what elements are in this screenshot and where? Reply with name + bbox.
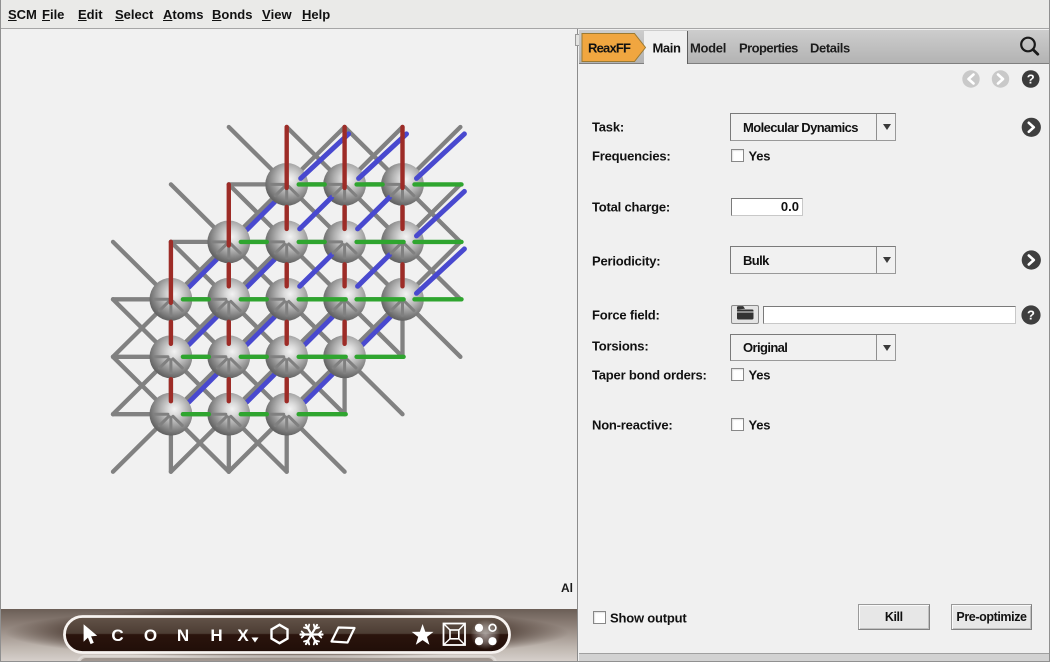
svg-text:N: N (177, 626, 189, 645)
svg-text:H: H (210, 626, 222, 645)
svg-text:Al: Al (561, 581, 573, 595)
svg-text:X: X (237, 626, 249, 645)
svg-text:O: O (144, 626, 157, 645)
svg-text:?: ? (1027, 308, 1035, 323)
svg-text:?: ? (1027, 72, 1035, 87)
svg-text:C: C (111, 626, 123, 645)
